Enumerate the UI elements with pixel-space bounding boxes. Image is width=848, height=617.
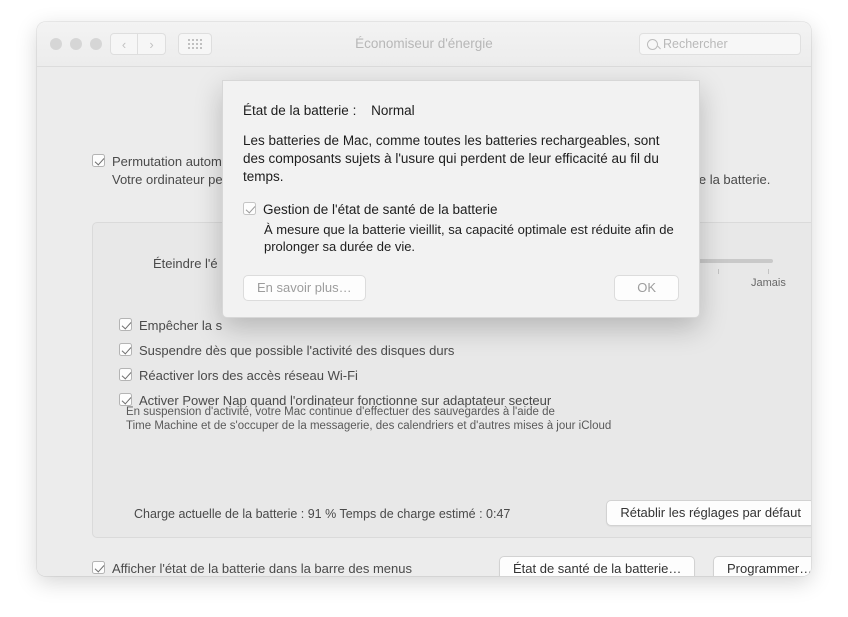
search-placeholder: Rechercher [663,37,728,51]
sheet-status-value: Normal [371,103,415,118]
search-icon [647,38,658,50]
battery-health-sheet: État de la batterie : Normal Les batteri… [222,80,700,318]
option-wake-wifi-label: Réactiver lors des accès réseau Wi-Fi [139,368,358,383]
sheet-battery-status: État de la batterie : Normal [243,103,679,118]
option-wake-wifi-checkbox[interactable] [119,368,132,381]
option-disk-sleep-label: Suspendre dès que possible l'activité de… [139,343,455,358]
restore-defaults-button[interactable]: Rétablir les réglages par défaut [606,500,811,526]
preferences-window: ‹ › Économiseur d'énergie Rechercher Per… [37,22,811,576]
power-options-list: Empêcher la s Suspendre dès que possible… [119,318,551,408]
battery-health-button[interactable]: État de santé de la batterie… [499,556,696,576]
screen: ‹ › Économiseur d'énergie Rechercher Per… [0,0,848,617]
search-field[interactable]: Rechercher [639,33,801,55]
battery-charge-status: Charge actuelle de la batterie : 91 % Te… [134,507,511,521]
sheet-battery-health-management-checkbox[interactable] [243,202,256,215]
sheet-status-label: État de la batterie : [243,103,357,118]
ok-button[interactable]: OK [614,275,679,301]
show-battery-menubar-label: Afficher l'état de la batterie dans la b… [112,561,412,576]
option-prevent-sleep-label: Empêcher la s [139,318,223,333]
power-nap-description-line2: Time Machine et de s'occuper de la messa… [126,420,612,432]
sheet-battery-health-management-label: Gestion de l'état de santé de la batteri… [263,202,498,217]
display-sleep-label: Éteindre l'é [153,256,218,271]
option-prevent-sleep[interactable]: Empêcher la s [119,318,551,333]
sheet-management-description: À mesure que la batterie vieillit, sa ca… [264,222,674,254]
sheet-description: Les batteries de Mac, comme toutes les b… [243,133,660,184]
show-battery-menubar-row[interactable]: Afficher l'état de la batterie dans la b… [92,561,412,576]
sheet-action-buttons: En savoir plus… OK [243,275,679,301]
option-wake-wifi[interactable]: Réactiver lors des accès réseau Wi-Fi [119,368,551,383]
sheet-battery-health-management-row[interactable]: Gestion de l'état de santé de la batteri… [243,202,679,217]
learn-more-button[interactable]: En savoir plus… [243,275,366,301]
option-disk-sleep-checkbox[interactable] [119,343,132,356]
slider-tick-label-never: Jamais [751,277,786,289]
show-battery-menubar-checkbox[interactable] [92,561,105,574]
auto-graphics-switching-label: Permutation autom [112,154,222,169]
schedule-button[interactable]: Programmer… [713,556,811,576]
power-nap-description-line1: En suspension d'activité, votre Mac cont… [126,406,555,418]
option-disk-sleep[interactable]: Suspendre dès que possible l'activité de… [119,343,551,358]
auto-graphics-switching-checkbox[interactable] [92,154,105,167]
power-nap-description: En suspension d'activité, votre Mac cont… [126,405,611,433]
window-titlebar: ‹ › Économiseur d'énergie Rechercher [37,22,811,67]
auto-switch-sub-start: Votre ordinateur pe [112,172,223,187]
option-prevent-sleep-checkbox[interactable] [119,318,132,331]
